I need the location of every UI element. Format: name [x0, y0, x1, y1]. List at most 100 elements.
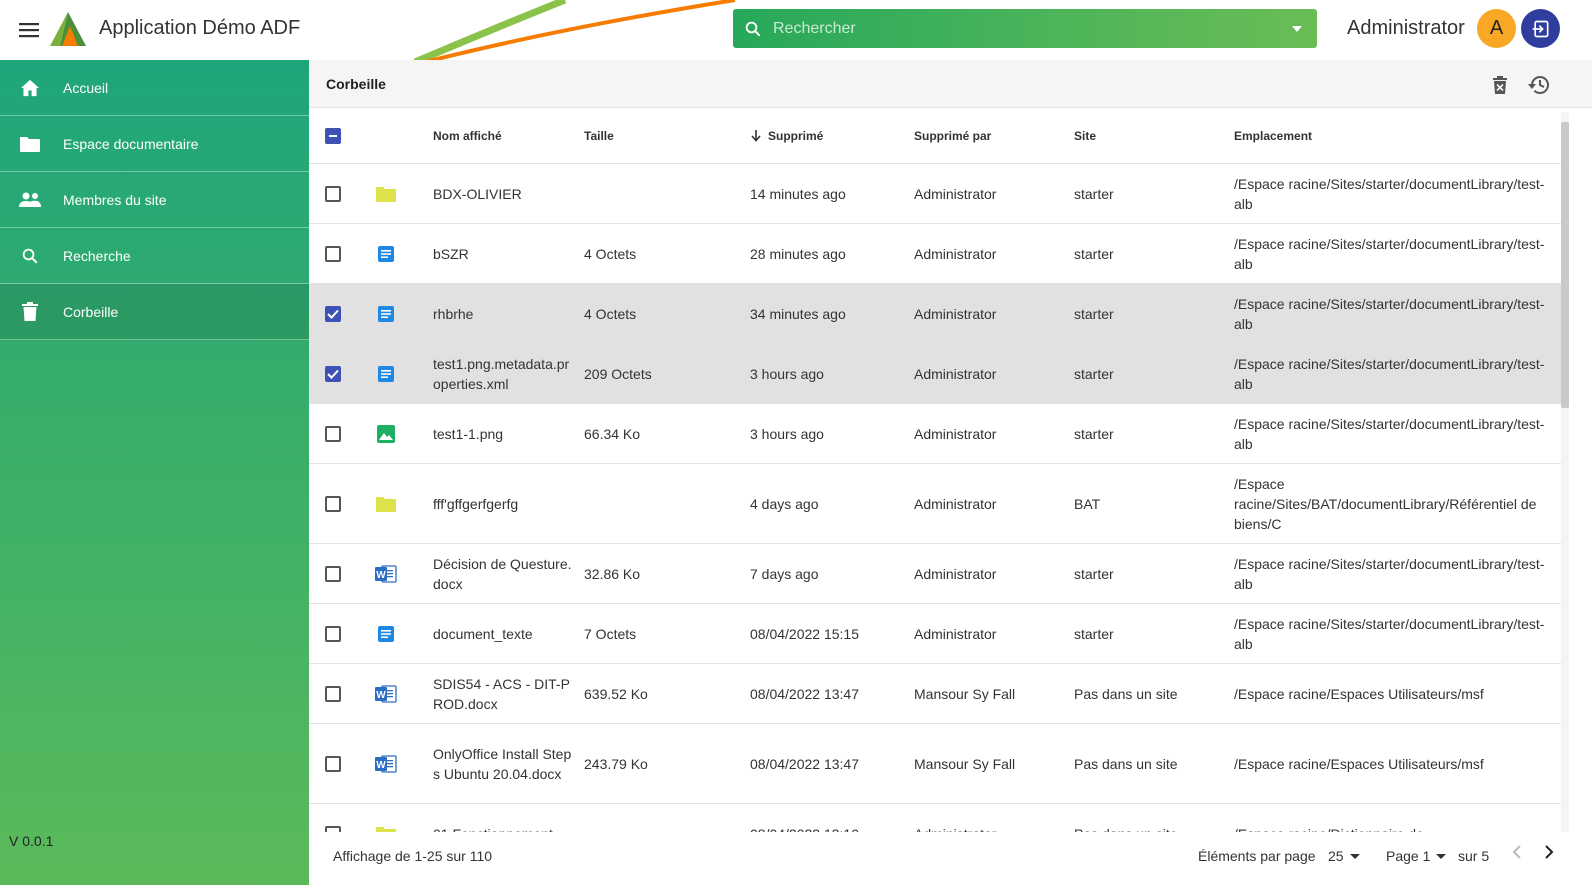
table-row[interactable]: BDX-OLIVIER 14 minutes ago Administrator st… [309, 164, 1561, 224]
svg-text:W: W [376, 760, 386, 771]
user-avatar[interactable]: A [1477, 9, 1516, 48]
trash-table: Nom affiché Taille Supprimé Supprimé par… [309, 108, 1561, 832]
people-icon [0, 192, 58, 208]
row-checkbox[interactable] [325, 625, 341, 642]
cell-size: 639.52 Ko [584, 685, 648, 702]
hamburger-icon [19, 23, 39, 38]
restore-button[interactable] [1526, 72, 1552, 98]
table-row[interactable]: 01 Fonctionnement 08/04/2022 13:10Adminis… [309, 804, 1561, 832]
folder-icon [375, 164, 397, 223]
cell-location: /Espace racine/Sites/starter/documentLib… [1234, 415, 1545, 452]
column-header-size[interactable]: Taille [584, 108, 744, 163]
cell-deleted: 3 hours ago [750, 425, 824, 442]
table-row[interactable]: test1-1.png 66.34 Ko 3 hours ago Administra… [309, 404, 1561, 464]
cell-name: bSZR [433, 245, 469, 262]
svg-text:W: W [376, 570, 386, 581]
app-title: Application Démo ADF [99, 17, 301, 39]
image-file-icon [375, 404, 397, 463]
breadcrumb: Corbeille [326, 76, 386, 92]
table-row[interactable]: fff'gffgerfgerfg 4 days ago Administrator B… [309, 464, 1561, 544]
folder-icon [375, 804, 397, 832]
cell-size: 4 Octets [584, 245, 637, 262]
row-checkbox[interactable] [325, 305, 341, 322]
row-checkbox[interactable] [325, 425, 341, 442]
menu-toggle-button[interactable] [14, 15, 44, 45]
cell-site: starter [1074, 565, 1114, 582]
table-row[interactable]: W SDIS54 - ACS - DIT-PROD.docx 639.52 Ko 08… [309, 664, 1561, 724]
text-document-icon [375, 604, 397, 663]
search-icon [733, 20, 773, 38]
sidebar-item-recherche[interactable]: Recherche [0, 228, 309, 284]
cell-deleted-by: Mansour Sy Fall [914, 685, 1016, 702]
column-header-site[interactable]: Site [1074, 108, 1234, 163]
row-checkbox-cell [325, 164, 341, 223]
row-checkbox-cell [325, 284, 341, 343]
items-per-page-select[interactable]: 25 [1328, 848, 1360, 864]
row-checkbox-cell [325, 464, 341, 543]
restore-icon [1528, 76, 1549, 94]
cell-deleted: 3 hours ago [750, 365, 824, 382]
cell-name: 01 Fonctionnement [433, 804, 575, 833]
sidebar-item-espace-documentaire[interactable]: Espace documentaire [0, 116, 309, 172]
column-header-deleted[interactable]: Supprimé [750, 108, 910, 163]
table-row[interactable]: W Décision de Questure.docx 32.86 Ko 7 days… [309, 544, 1561, 604]
table-header-row: Nom affiché Taille Supprimé Supprimé par… [309, 108, 1561, 164]
search-input[interactable] [773, 19, 1277, 38]
cell-name: Décision de Questure.docx [433, 555, 572, 592]
delete-forever-icon [1493, 76, 1507, 94]
search-options-dropdown-icon[interactable] [1277, 25, 1317, 33]
folder-icon [0, 135, 58, 153]
table-row[interactable]: rhbrhe 4 Octets 34 minutes ago Administrato… [309, 284, 1561, 344]
sidebar-item-corbeille[interactable]: Corbeille [0, 284, 309, 340]
cell-deleted-by: Administrator [914, 495, 997, 512]
table-row[interactable]: test1.png.metadata.properties.xml 209 Oct… [309, 344, 1561, 404]
cell-deleted: 08/04/2022 13:10 [750, 804, 910, 833]
cell-name: OnlyOffice Install Steps Ubuntu 20.04.do… [433, 745, 572, 782]
search-icon [0, 247, 58, 265]
cell-deleted: 7 days ago [750, 565, 819, 582]
column-header-location[interactable]: Emplacement [1234, 108, 1554, 163]
row-checkbox[interactable] [325, 495, 341, 512]
empty-trash-button[interactable] [1487, 72, 1513, 98]
table-row[interactable]: W OnlyOffice Install Steps Ubuntu 20.04.d… [309, 724, 1561, 804]
row-checkbox[interactable] [325, 685, 341, 702]
logout-icon [1532, 20, 1548, 37]
column-header-deleted-by[interactable]: Supprimé par [914, 108, 1074, 163]
table-row[interactable]: bSZR 4 Octets 28 minutes ago Administrator s… [309, 224, 1561, 284]
logout-button[interactable] [1521, 9, 1560, 48]
pagination: Affichage de 1-25 sur 110 Éléments par p… [309, 832, 1592, 885]
column-header-name[interactable]: Nom affiché [433, 108, 575, 163]
row-checkbox[interactable] [325, 365, 341, 382]
row-checkbox-cell [325, 804, 341, 832]
row-checkbox[interactable] [325, 755, 341, 772]
cell-name: test1.png.metadata.properties.xml [433, 355, 570, 392]
cell-location: /Espace racine/Espaces Utilisateurs/msf [1234, 685, 1484, 702]
cell-size: 66.34 Ko [584, 425, 641, 442]
cell-name: SDIS54 - ACS - DIT-PROD.docx [433, 675, 570, 712]
next-page-button[interactable] [1543, 844, 1555, 863]
text-document-icon [375, 344, 397, 403]
scrollbar-thumb[interactable] [1561, 122, 1569, 408]
cell-size [584, 164, 744, 223]
sidebar-item-label: Espace documentaire [63, 135, 199, 152]
select-all-checkbox[interactable] [325, 127, 341, 144]
cell-size [584, 804, 744, 832]
cell-deleted-by: Administrator [914, 185, 997, 202]
user-name: Administrator [1347, 17, 1465, 39]
word-document-icon: W [375, 544, 397, 603]
pagination-range: Affichage de 1-25 sur 110 [333, 848, 493, 864]
row-checkbox[interactable] [325, 185, 341, 202]
table-scrollbar[interactable] [1561, 108, 1592, 832]
table-row[interactable]: document_texte 7 Octets 08/04/2022 15:15 Ad… [309, 604, 1561, 664]
previous-page-button[interactable] [1511, 844, 1523, 863]
cell-deleted: 28 minutes ago [750, 245, 846, 262]
row-checkbox[interactable] [325, 565, 341, 582]
cell-deleted-by: Administrator [914, 245, 997, 262]
sidebar-item-accueil[interactable]: Accueil [0, 60, 309, 116]
sidebar-item-membres-du-site[interactable]: Membres du site [0, 172, 309, 228]
row-checkbox[interactable] [325, 245, 341, 262]
sidebar-item-label: Membres du site [63, 191, 167, 208]
cell-deleted-by: Administrator [914, 565, 997, 582]
cell-deleted: 34 minutes ago [750, 305, 846, 322]
page-select[interactable]: Page 1 [1386, 848, 1447, 864]
